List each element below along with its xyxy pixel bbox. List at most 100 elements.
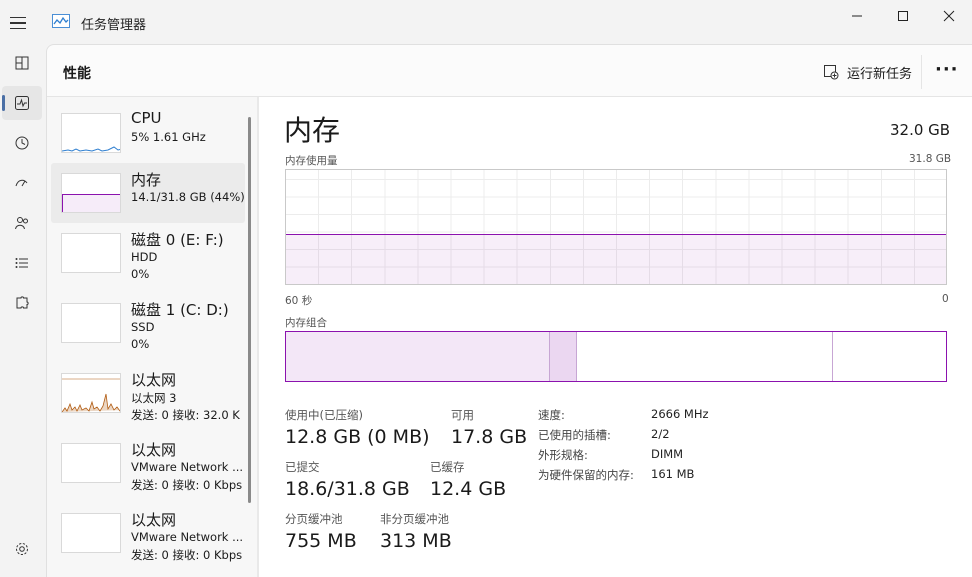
details-list-icon <box>15 258 28 268</box>
main-panel: 性能 运行新任务 ··· CPU 5% 1.61 GHz 内存 14.1/31.… <box>46 44 972 577</box>
menu-icon[interactable] <box>10 12 32 34</box>
device-sub: VMware Network ... <box>131 530 244 544</box>
in-use-label: 使用中(已压缩) <box>285 408 363 422</box>
nav-startup[interactable] <box>2 166 42 200</box>
device-sub: 5% 1.61 GHz <box>131 130 206 144</box>
task-manager-app-icon <box>52 14 70 28</box>
spec-speed-label: 速度: <box>538 408 565 422</box>
device-sub: 14.1/31.8 GB (44%) <box>131 190 245 204</box>
spec-reserved-value: 161 MB <box>651 467 695 481</box>
device-disk-0[interactable]: 磁盘 0 (E: F:) HDD 0% <box>51 223 245 283</box>
available-value: 17.8 GB <box>451 426 528 448</box>
device-name: 磁盘 1 (C: D:) <box>131 301 229 319</box>
device-memory[interactable]: 内存 14.1/31.8 GB (44%) <box>51 163 245 223</box>
memory-thumbnail <box>61 173 121 213</box>
run-new-task-label: 运行新任务 <box>847 66 913 82</box>
graph-axis-right: 0 <box>942 293 949 305</box>
device-ethernet-3[interactable]: 以太网 VMware Network ... 发送: 0 接收: 0 Kbps <box>51 503 245 563</box>
nav-services[interactable] <box>2 286 42 320</box>
device-sub2: 发送: 0 接收: 0 Kbps <box>131 478 243 492</box>
usage-label: 内存使用量 <box>285 155 338 167</box>
memory-total: 32.0 GB <box>890 121 951 139</box>
spec-reserved-label: 为硬件保留的内存: <box>538 468 634 482</box>
device-disk-1[interactable]: 磁盘 1 (C: D:) SSD 0% <box>51 293 245 353</box>
nav-rail <box>0 44 44 577</box>
available-label: 可用 <box>451 408 474 422</box>
composition-modified <box>550 332 577 381</box>
nav-settings[interactable] <box>2 532 42 566</box>
device-name: 内存 <box>131 171 162 189</box>
cached-label: 已缓存 <box>430 460 465 474</box>
services-puzzle-icon <box>16 296 29 309</box>
device-name: 以太网 <box>131 511 177 529</box>
window-title: 任务管理器 <box>81 18 147 33</box>
composition-in-use <box>286 332 550 381</box>
minimize-button[interactable] <box>834 0 880 32</box>
ethernet-1-thumbnail <box>61 373 121 413</box>
cached-value: 12.4 GB <box>430 478 507 500</box>
committed-value: 18.6/31.8 GB <box>285 478 410 500</box>
page-title: 性能 <box>63 66 91 82</box>
users-icon <box>15 217 28 230</box>
device-ethernet-2[interactable]: 以太网 VMware Network ... 发送: 0 接收: 0 Kbps <box>51 433 245 493</box>
composition-standby <box>576 332 833 381</box>
device-cpu[interactable]: CPU 5% 1.61 GHz <box>51 103 245 163</box>
ethernet-3-thumbnail <box>61 513 121 553</box>
composition-free <box>832 332 946 381</box>
processes-icon <box>15 56 29 70</box>
usage-max: 31.8 GB <box>909 153 952 165</box>
device-name: 磁盘 0 (E: F:) <box>131 231 224 249</box>
nonpaged-pool-value: 313 MB <box>380 530 452 552</box>
memory-usage-graph <box>285 169 947 285</box>
composition-label: 内存组合 <box>285 317 327 329</box>
memory-composition-bar <box>285 331 947 382</box>
title-bar: 任务管理器 <box>0 0 972 44</box>
gear-icon <box>16 543 28 555</box>
device-sub: HDD <box>131 250 158 264</box>
close-icon <box>943 10 955 22</box>
spec-form-label: 外形规格: <box>538 448 588 462</box>
maximize-icon <box>898 11 908 21</box>
close-button[interactable] <box>926 0 972 32</box>
device-sub2: 0% <box>131 267 150 281</box>
maximize-button[interactable] <box>880 0 926 32</box>
paged-pool-label: 分页缓冲池 <box>285 512 343 526</box>
device-name: 以太网 <box>131 371 177 389</box>
history-icon <box>15 136 29 150</box>
nav-users[interactable] <box>2 206 42 240</box>
device-sub: SSD <box>131 320 155 334</box>
device-sub2: 0% <box>131 337 150 351</box>
device-sub: VMware Network ... <box>131 460 244 474</box>
nav-performance[interactable] <box>2 86 42 120</box>
device-name: 以太网 <box>131 441 177 459</box>
device-name: CPU <box>131 109 162 127</box>
committed-label: 已提交 <box>285 460 320 474</box>
minimize-icon <box>852 15 862 17</box>
paged-pool-value: 755 MB <box>285 530 357 552</box>
disk-1-thumbnail <box>61 303 121 343</box>
memory-detail: 内存 32.0 GB 内存使用量 31.8 GB 60 秒 0 内存组合 使用中… <box>259 97 972 577</box>
device-sub2: 发送: 0 接收: 32.0 K <box>131 408 240 422</box>
performance-icon <box>15 96 29 110</box>
device-list-scrollbar[interactable] <box>248 117 251 503</box>
run-new-task-button[interactable]: 运行新任务 <box>823 62 912 82</box>
spec-speed-value: 2666 MHz <box>651 407 709 421</box>
spec-form-value: DIMM <box>651 447 684 461</box>
device-ethernet-1[interactable]: 以太网 以太网 3 发送: 0 接收: 32.0 K <box>51 363 245 423</box>
detail-title: 内存 <box>284 114 341 147</box>
device-list: CPU 5% 1.61 GHz 内存 14.1/31.8 GB (44%) 磁盘… <box>47 97 257 577</box>
nonpaged-pool-label: 非分页缓冲池 <box>380 512 449 526</box>
ethernet-2-thumbnail <box>61 443 121 483</box>
disk-0-thumbnail <box>61 233 121 273</box>
header-separator <box>921 55 922 89</box>
graph-axis-left: 60 秒 <box>285 295 313 307</box>
page-header: 性能 运行新任务 ··· <box>47 45 972 97</box>
nav-app-history[interactable] <box>2 126 42 160</box>
spec-slots-label: 已使用的插槽: <box>538 428 611 442</box>
cpu-thumbnail <box>61 113 121 153</box>
nav-details[interactable] <box>2 246 42 280</box>
spec-slots-value: 2/2 <box>651 427 670 441</box>
nav-processes[interactable] <box>2 46 42 80</box>
in-use-value: 12.8 GB (0 MB) <box>285 426 430 448</box>
more-options-icon[interactable]: ··· <box>935 59 959 80</box>
